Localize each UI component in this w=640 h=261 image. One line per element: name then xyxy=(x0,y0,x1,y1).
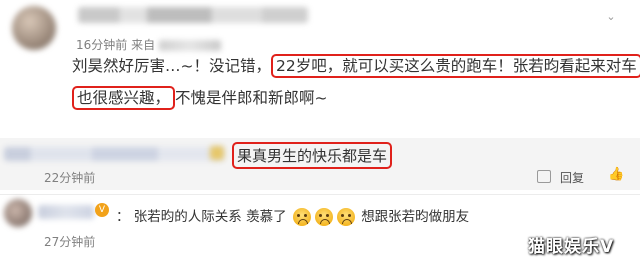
reply-icon[interactable] xyxy=(537,170,551,183)
reply-timestamp: 22分钟前 xyxy=(44,171,96,185)
source-prefix: 来自 xyxy=(131,38,156,52)
highlight-box-2: 也很感兴趣， xyxy=(72,86,176,110)
username-blurred[interactable] xyxy=(38,205,94,219)
comment-part-1: ： 张若昀的人际关系 羡慕了 xyxy=(116,209,287,225)
vip-badge-icon: V xyxy=(95,203,109,217)
comment-meta: 16分钟前 来自 xyxy=(76,36,222,53)
timestamp: 27分钟前 xyxy=(44,235,96,249)
avatar[interactable] xyxy=(4,199,32,227)
comment-text-tail: 不愧是伴郎和新郎啊~ xyxy=(175,89,328,107)
crying-emoji-icon xyxy=(336,208,355,226)
dropdown-arrow-icon[interactable]: ⌄ xyxy=(604,10,618,24)
comment-line-2: 也很感兴趣， 不愧是伴郎和新郎啊~ xyxy=(72,86,328,110)
watermark: 猫眼娱乐V xyxy=(528,237,615,257)
highlight-box-1: 22岁吧，就可以买这么贵的跑车！张若昀看起来对车 xyxy=(271,54,640,78)
reply-text-highlight: 果真男生的快乐都是车 xyxy=(232,142,393,169)
divider xyxy=(0,194,640,195)
crying-emoji-icon xyxy=(292,208,311,226)
avatar[interactable] xyxy=(12,6,56,50)
reply-button[interactable]: 回复 xyxy=(560,169,584,186)
comment-text: ： 张若昀的人际关系 羡慕了 想跟张若昀做朋友 xyxy=(116,205,469,226)
timestamp: 16分钟前 xyxy=(76,38,128,52)
username-blurred[interactable] xyxy=(78,7,308,23)
like-icon[interactable]: 👍 xyxy=(608,168,624,182)
vip-badge-icon xyxy=(210,146,224,160)
reply-username-blurred[interactable] xyxy=(4,147,224,161)
crying-emoji-icon xyxy=(314,208,333,226)
comment-line-1: 刘昊然好厉害…~！没记错， 22岁吧，就可以买这么贵的跑车！张若昀看起来对车 xyxy=(72,54,640,78)
comment-text-lead: 刘昊然好厉害…~！没记错， xyxy=(72,57,271,75)
source-blurred[interactable] xyxy=(159,40,222,51)
comment-part-2: 想跟张若昀做朋友 xyxy=(361,209,470,225)
